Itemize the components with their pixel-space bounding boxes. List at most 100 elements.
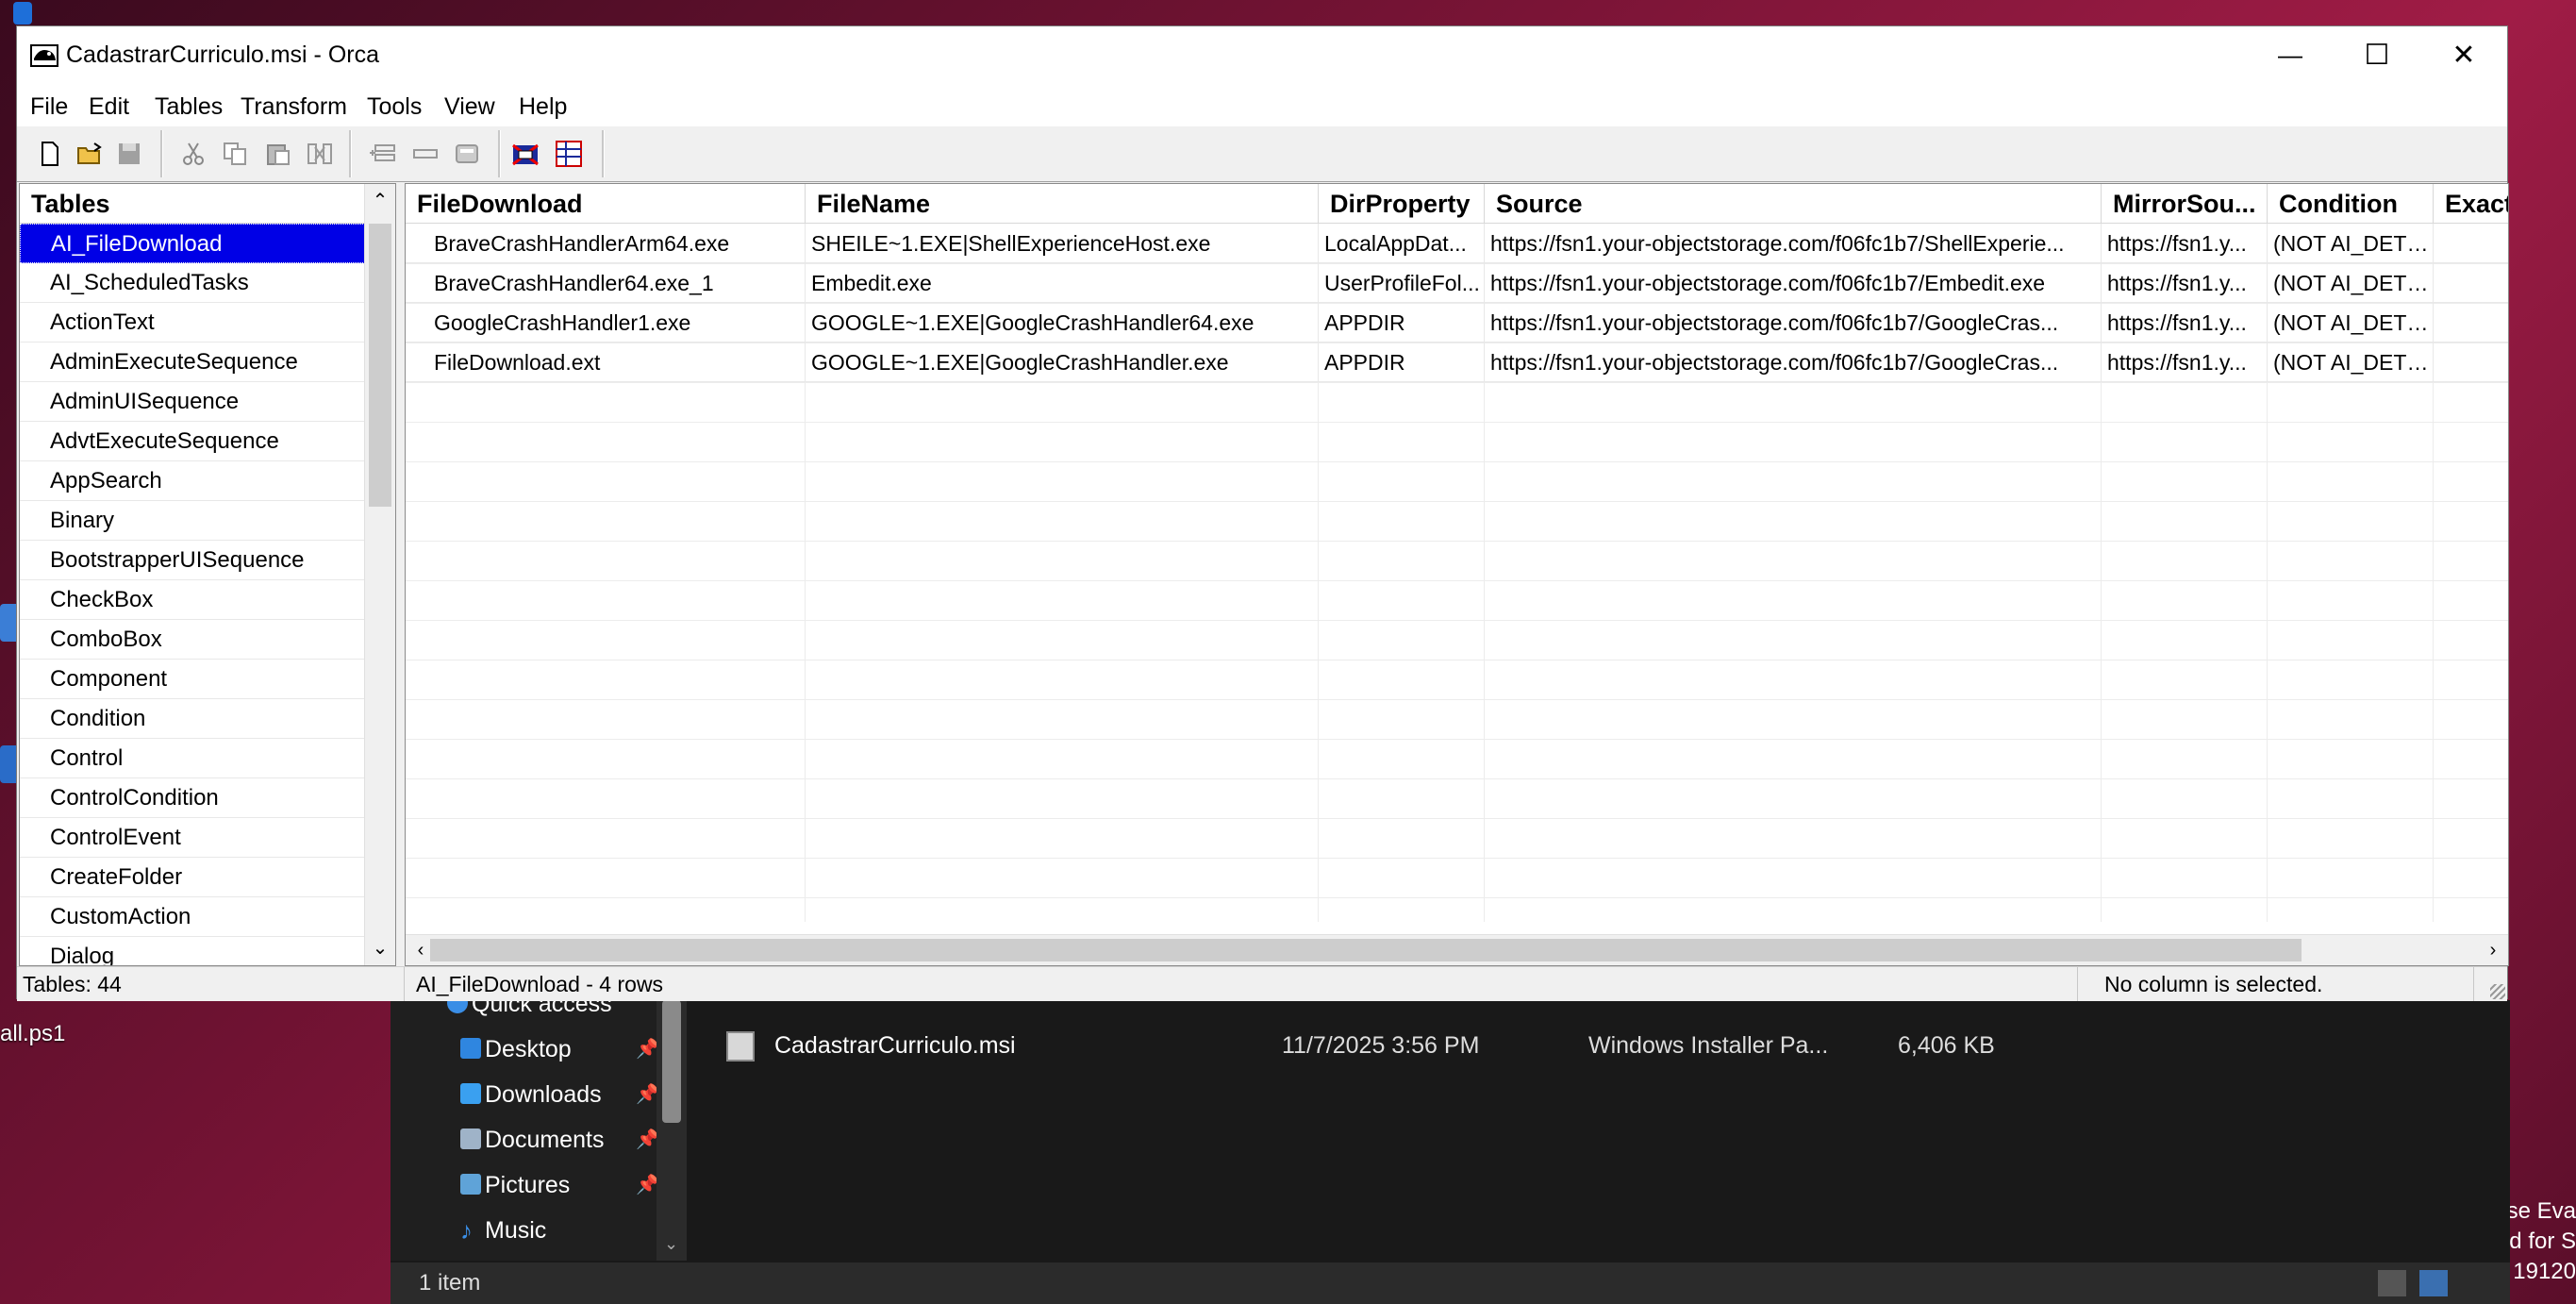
table-list-item[interactable]: ControlEvent [20,818,365,858]
column-header[interactable]: MirrorSou... [2102,184,2268,224]
table-cell[interactable] [2434,303,2508,343]
details-view-icon[interactable] [2378,1270,2406,1296]
file-type: Windows Installer Pa... [1588,1032,1829,1059]
tables-vertical-scrollbar[interactable]: ⌃ ⌄ [364,184,395,965]
chevron-down-icon[interactable]: ⌄ [664,1234,678,1254]
menu-file[interactable]: File [30,85,68,128]
menu-view[interactable]: View [444,85,495,128]
table-cell[interactable]: BraveCrashHandler64.exe_1 [406,263,806,303]
cut-icon[interactable] [179,140,208,168]
table-list-item[interactable]: AdvtExecuteSequence [20,422,365,461]
table-cell[interactable]: GOOGLE~1.EXE|GoogleCrashHandler.exe [806,343,1319,382]
menu-tables[interactable]: Tables [155,85,223,128]
column-header[interactable]: FileDownload [406,184,806,224]
table-list-item[interactable]: AdminExecuteSequence [20,343,365,382]
table-cell[interactable]: UserProfileFol... [1319,263,1485,303]
table-list-item[interactable]: AI_FileDownload [20,224,365,263]
table-list-item[interactable]: Control [20,739,365,778]
delete-icon[interactable] [306,140,334,168]
nav-downloads[interactable]: Downloads 📌 [460,1076,659,1113]
add-row-icon[interactable] [368,140,396,168]
nav-scrollbar-thumb[interactable] [662,1000,681,1123]
table-list-item[interactable]: CheckBox [20,580,365,620]
table-list-item[interactable]: Component [20,660,365,699]
copy-icon[interactable] [221,140,249,168]
table-cell[interactable]: FileDownload.ext [406,343,806,382]
explorer-nav-pane: Quick access Desktop 📌 Downloads 📌 Docum… [391,991,687,1261]
table-cell[interactable]: (NOT AI_DETE... [2268,303,2434,343]
table-list-item[interactable]: AppSearch [20,461,365,501]
table-cell[interactable] [2434,263,2508,303]
menu-tools[interactable]: Tools [367,85,422,128]
nav-scrollbar[interactable]: ⌄ [656,1000,687,1261]
column-header[interactable]: Source [1485,184,2102,224]
nav-pictures[interactable]: Pictures 📌 [460,1166,659,1204]
title-bar[interactable]: CadastrarCurriculo.msi - Orca — ☐ ✕ [17,26,2507,87]
scroll-down-icon[interactable]: ⌄ [365,931,395,965]
desktop-icon-label[interactable]: all.ps1 [0,1021,65,1047]
table-list-item[interactable]: AdminUISequence [20,382,365,422]
table-cell[interactable]: https://fsn1.your-objectstorage.com/f06f… [1485,263,2102,303]
column-header[interactable]: DirProperty [1319,184,1485,224]
maximize-button[interactable]: ☐ [2334,26,2420,83]
grid-horizontal-scrollbar[interactable]: ‹ › [406,934,2508,965]
tables-scroll-thumb[interactable] [369,224,391,507]
open-folder-icon[interactable] [75,140,104,168]
table-cell[interactable]: (NOT AI_DETE... [2268,224,2434,263]
resize-grip-icon[interactable] [2490,984,2505,999]
table-view-icon[interactable] [555,140,583,168]
table-cell[interactable] [2434,224,2508,263]
column-header[interactable]: Exact [2434,184,2508,224]
minimize-button[interactable]: — [2247,26,2334,83]
table-list-item[interactable]: ComboBox [20,620,365,660]
close-button[interactable]: ✕ [2420,26,2507,83]
validate-icon[interactable] [511,140,540,168]
table-cell[interactable]: (NOT AI_DETE... [2268,263,2434,303]
nav-music[interactable]: ♪ Music [460,1212,546,1249]
table-list-item[interactable]: ControlCondition [20,778,365,818]
table-cell[interactable]: BraveCrashHandlerArm64.exe [406,224,806,263]
column-header[interactable]: FileName [806,184,1319,224]
row-props-icon[interactable] [453,140,481,168]
table-cell[interactable]: (NOT AI_DETE... [2268,343,2434,382]
table-cell[interactable]: https://fsn1.y... [2102,263,2268,303]
table-cell[interactable]: https://fsn1.y... [2102,343,2268,382]
table-list-item[interactable]: BootstrapperUISequence [20,541,365,580]
table-cell[interactable]: https://fsn1.y... [2102,224,2268,263]
table-cell[interactable]: GoogleCrashHandler1.exe [406,303,806,343]
save-icon[interactable] [115,140,143,168]
nav-documents[interactable]: Documents 📌 [460,1121,659,1159]
table-cell[interactable]: APPDIR [1319,303,1485,343]
table-cell[interactable]: APPDIR [1319,343,1485,382]
desktop-app-icon[interactable] [13,2,32,25]
paste-icon[interactable] [264,140,292,168]
table-cell[interactable]: https://fsn1.your-objectstorage.com/f06f… [1485,303,2102,343]
scroll-right-icon[interactable]: › [2478,935,2508,965]
table-cell[interactable]: LocalAppDat... [1319,224,1485,263]
table-list-item[interactable]: ActionText [20,303,365,343]
menu-help[interactable]: Help [519,85,567,128]
table-cell[interactable]: https://fsn1.your-objectstorage.com/f06f… [1485,343,2102,382]
table-list-item[interactable]: CreateFolder [20,858,365,897]
menu-transform[interactable]: Transform [241,85,347,128]
new-file-icon[interactable] [36,140,64,168]
file-list-item[interactable]: CadastrarCurriculo.msi [726,1019,1016,1072]
column-header[interactable]: Condition [2268,184,2434,224]
table-cell[interactable]: https://fsn1.your-objectstorage.com/f06f… [1485,224,2102,263]
table-list-item[interactable]: CustomAction [20,897,365,937]
table-cell[interactable]: SHEILE~1.EXE|ShellExperienceHost.exe [806,224,1319,263]
table-cell[interactable]: Embedit.exe [806,263,1319,303]
nav-desktop[interactable]: Desktop 📌 [460,1030,659,1068]
table-list-item[interactable]: Condition [20,699,365,739]
table-cell[interactable]: https://fsn1.y... [2102,303,2268,343]
drop-row-icon[interactable] [411,140,440,168]
table-cell[interactable] [2434,343,2508,382]
large-icons-view-icon[interactable] [2419,1270,2448,1296]
table-cell[interactable]: GOOGLE~1.EXE|GoogleCrashHandler64.exe [806,303,1319,343]
menu-edit[interactable]: Edit [89,85,129,128]
table-list-item[interactable]: AI_ScheduledTasks [20,263,365,303]
scroll-up-icon[interactable]: ⌃ [365,184,395,218]
table-list-item[interactable]: Dialog [20,937,365,965]
table-list-item[interactable]: Binary [20,501,365,541]
grid-scroll-thumb[interactable] [430,939,2302,961]
